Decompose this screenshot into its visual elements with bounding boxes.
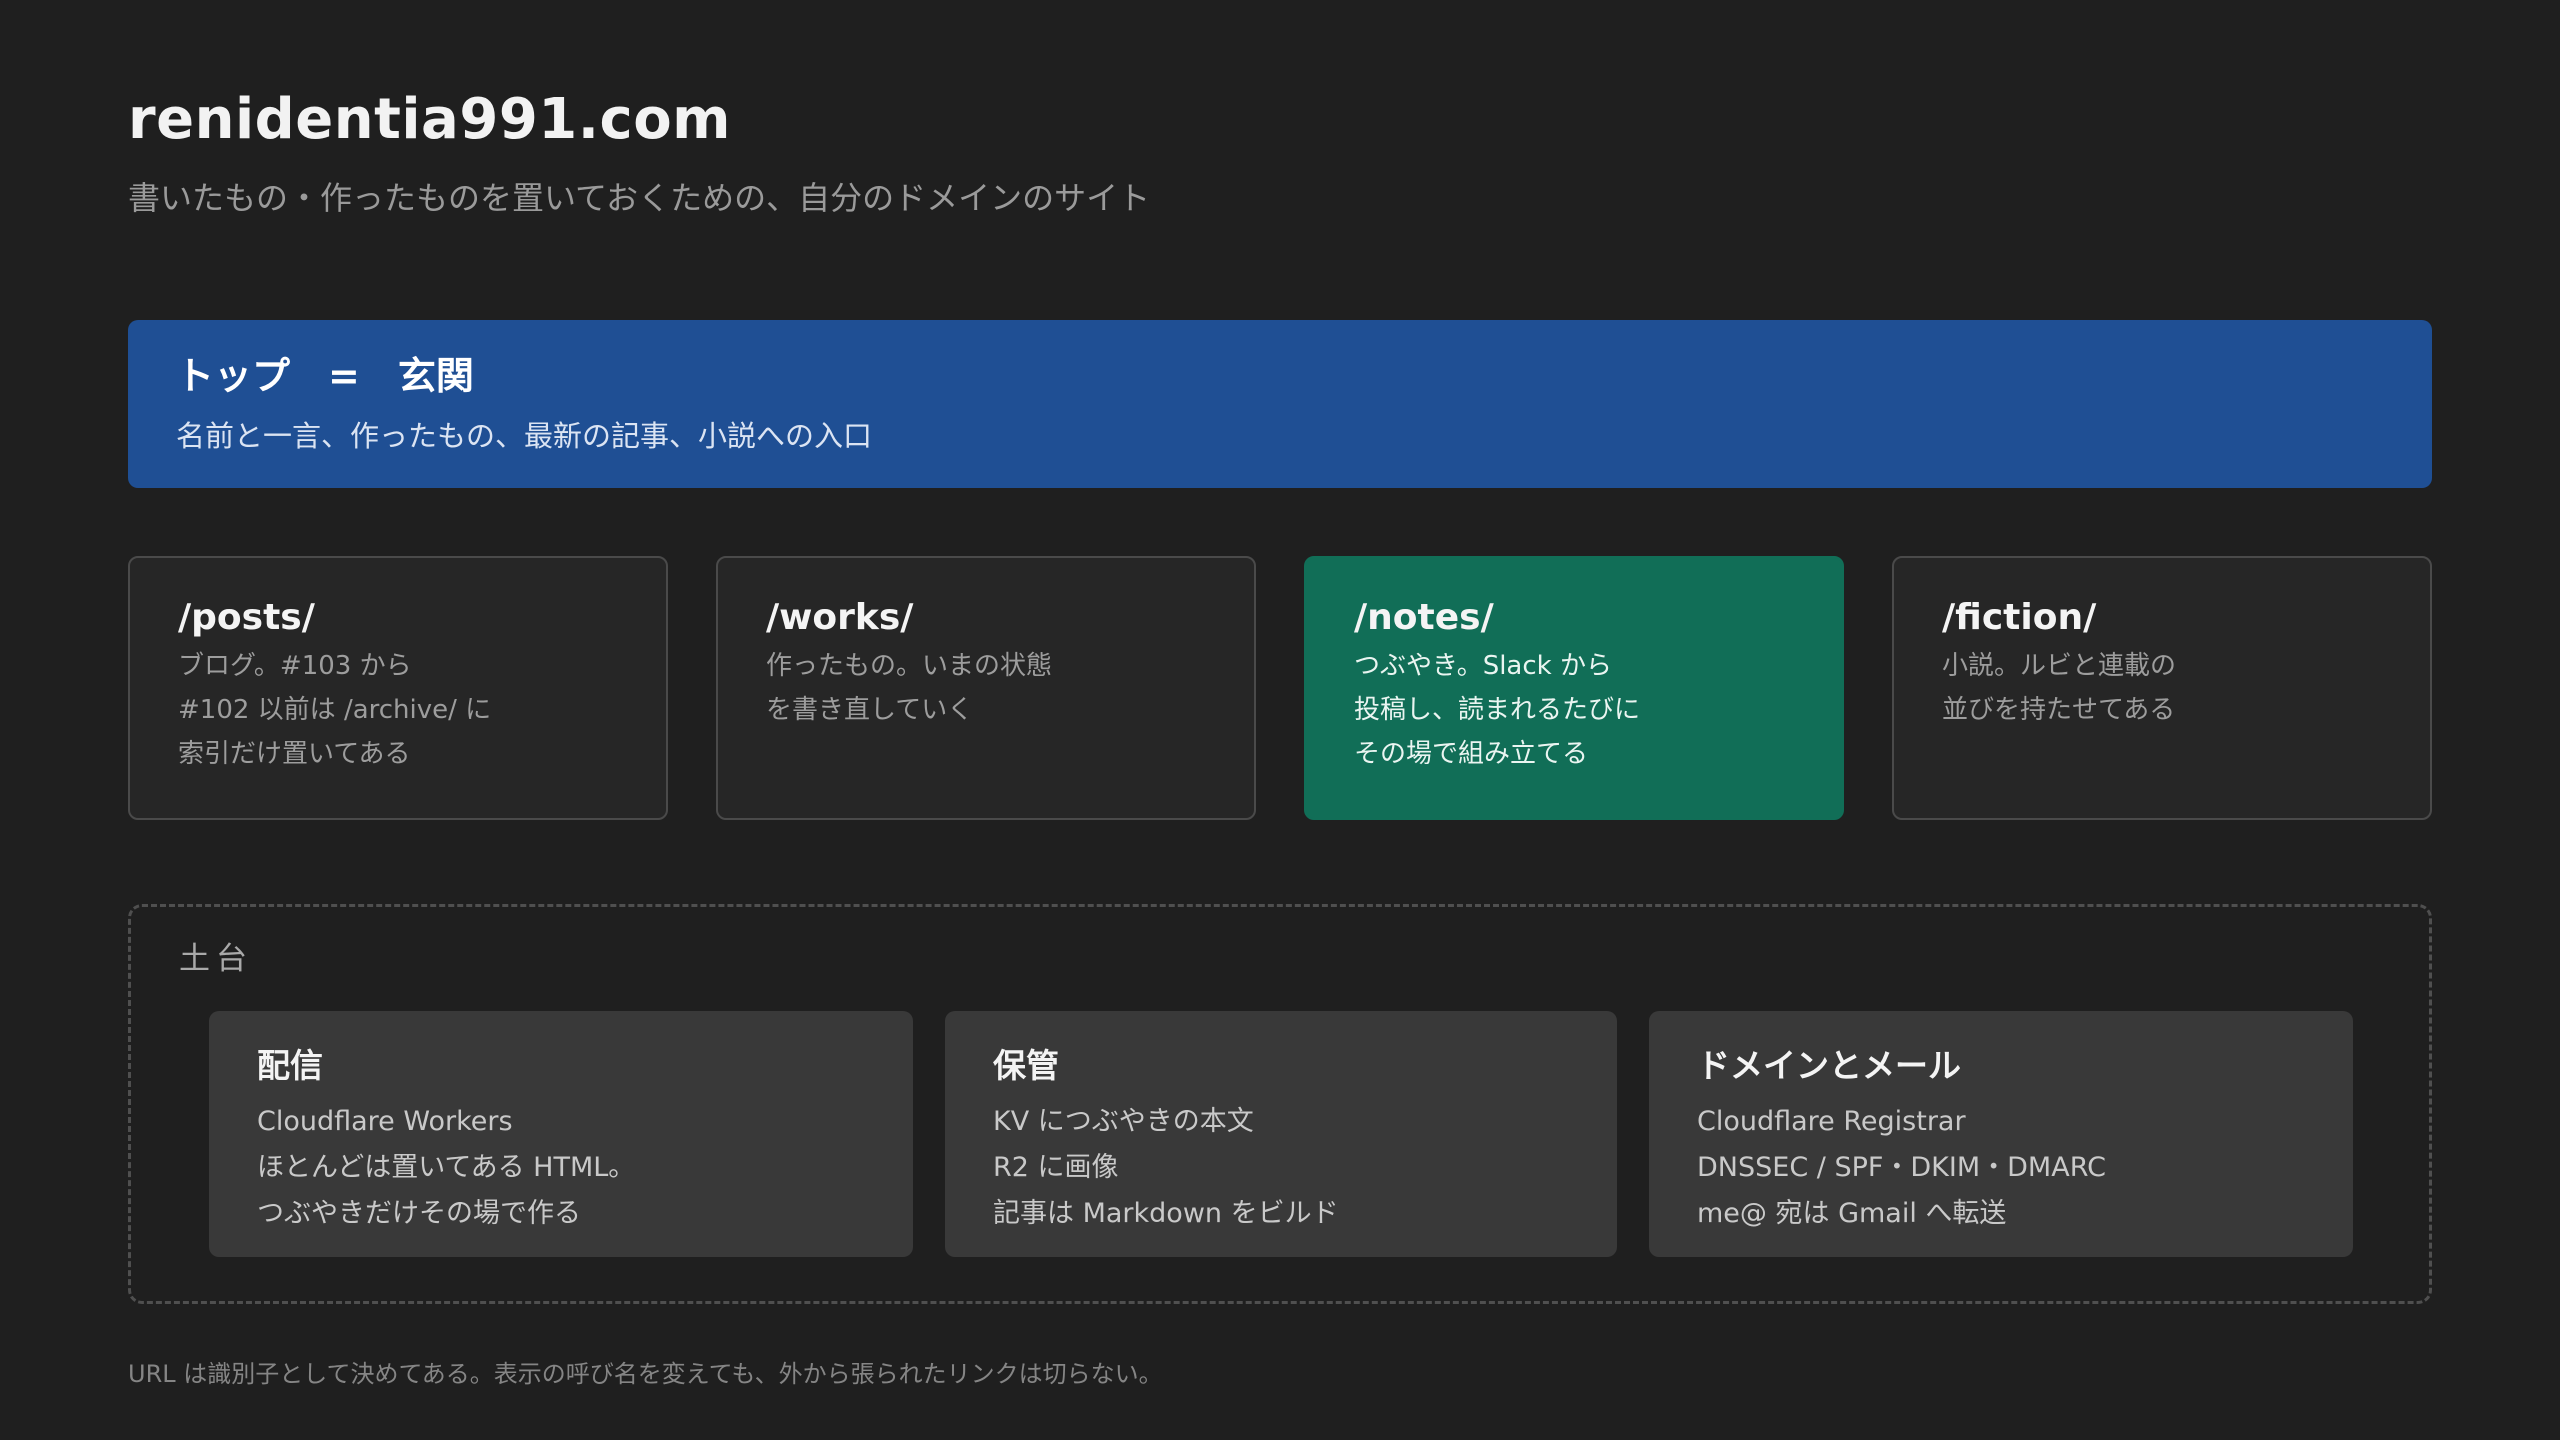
infra-card-line: R2 に画像 — [993, 1152, 1119, 1183]
infra-card-line: KV につぶやきの本文 — [993, 1106, 1254, 1137]
section-card-title: /posts/ — [178, 597, 315, 638]
site-subtitle: 書いたもの・作ったものを置いておくための、自分のドメインのサイト — [128, 179, 1151, 217]
section-card-line: #102 以前は /archive/ に — [178, 695, 492, 725]
infra-card-line: DNSSEC / SPF・DKIM・DMARC — [1697, 1152, 2106, 1183]
section-card-line: 投稿し、読まれるたびに — [1354, 695, 1641, 725]
infra-card-domain-mail: ドメインとメール Cloudflare Registrar DNSSEC / S… — [1649, 1011, 2353, 1257]
section-card-title: /fiction/ — [1942, 597, 2097, 638]
infra-card-title: ドメインとメール — [1697, 1046, 1961, 1085]
foundation-label: 土台 — [179, 941, 253, 977]
infra-card-title: 保管 — [993, 1046, 1059, 1085]
section-card-line: その場で組み立てる — [1354, 739, 1589, 769]
top-banner-description: 名前と一言、作ったもの、最新の記事、小説への入口 — [176, 419, 873, 453]
section-card-notes[interactable]: /notes/ つぶやき。Slack から 投稿し、読まれるたびに その場で組み… — [1304, 556, 1844, 820]
infra-card-line: ほとんどは置いてある HTML。 — [257, 1152, 636, 1183]
section-card-title: /works/ — [766, 597, 914, 638]
top-banner[interactable]: トップ = 玄関 名前と一言、作ったもの、最新の記事、小説への入口 — [128, 320, 2432, 488]
section-card-line: 小説。ルビと連載の — [1942, 651, 2177, 681]
section-card-fiction[interactable]: /fiction/ 小説。ルビと連載の 並びを持たせてある — [1892, 556, 2432, 820]
footer-note: URL は識別子として決めてある。表示の呼び名を変えても、外から張られたリンクは… — [128, 1360, 1163, 1388]
foundation-group: 土台 配信 Cloudflare Workers ほとんどは置いてある HTML… — [128, 904, 2432, 1304]
top-banner-title: トップ = 玄関 — [176, 354, 474, 398]
section-card-works[interactable]: /works/ 作ったもの。いまの状態 を書き直していく — [716, 556, 1256, 820]
infra-card-line: Cloudflare Registrar — [1697, 1106, 1966, 1137]
section-card-line: つぶやき。Slack から — [1354, 651, 1612, 681]
section-card-line: 作ったもの。いまの状態 — [766, 651, 1053, 681]
section-card-line: 並びを持たせてある — [1942, 695, 2176, 725]
section-card-line: 索引だけ置いてある — [178, 739, 411, 769]
infra-card-line: me@ 宛は Gmail へ転送 — [1697, 1198, 2007, 1229]
infra-card-storage: 保管 KV につぶやきの本文 R2 に画像 記事は Markdown をビルド — [945, 1011, 1617, 1257]
infra-card-delivery: 配信 Cloudflare Workers ほとんどは置いてある HTML。 つ… — [209, 1011, 913, 1257]
infra-card-line: 記事は Markdown をビルド — [993, 1198, 1339, 1229]
infra-card-line: Cloudflare Workers — [257, 1106, 513, 1137]
section-card-line: を書き直していく — [766, 695, 974, 725]
section-card-posts[interactable]: /posts/ ブログ。#103 から #102 以前は /archive/ に… — [128, 556, 668, 820]
infra-card-line: つぶやきだけその場で作る — [257, 1198, 581, 1229]
infra-card-title: 配信 — [257, 1046, 323, 1085]
section-card-title: /notes/ — [1354, 597, 1494, 638]
site-title: renidentia991.com — [128, 87, 732, 152]
section-card-line: ブログ。#103 から — [178, 651, 412, 681]
